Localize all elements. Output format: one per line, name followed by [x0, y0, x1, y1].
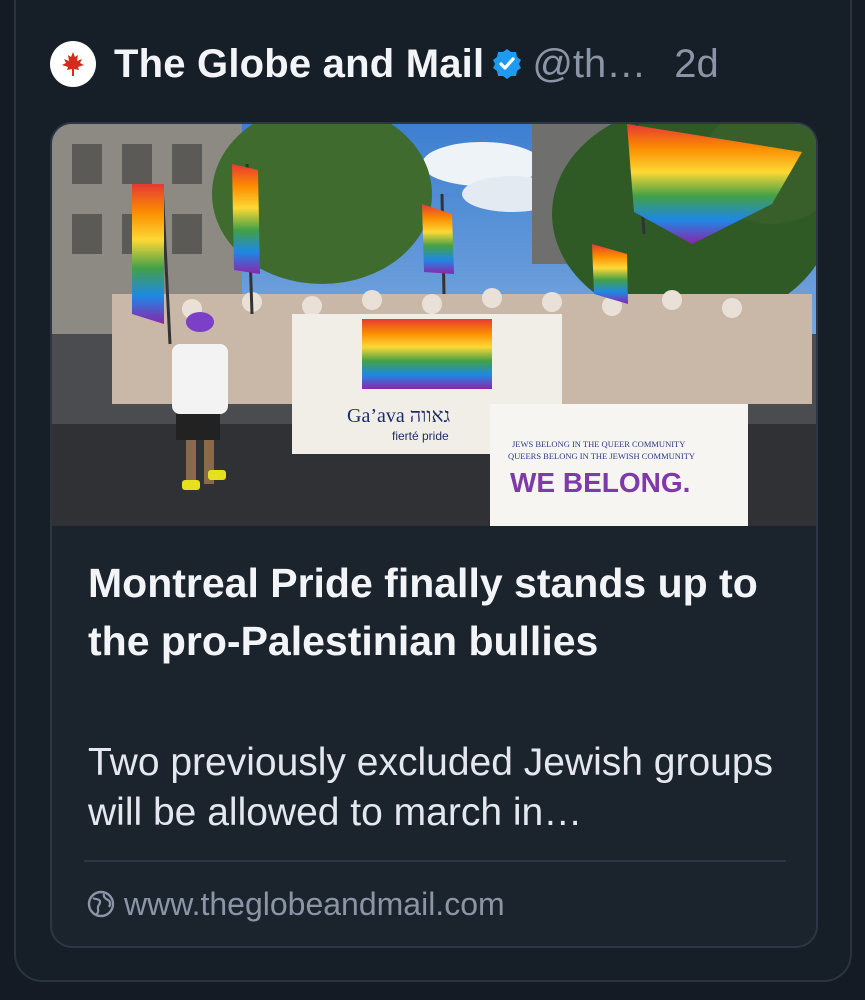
gaava-banner-subtext: fierté pride	[392, 429, 449, 443]
globe-icon	[87, 890, 115, 918]
verified-badge-icon	[493, 49, 522, 79]
we-belong-slogan: WE BELONG.	[510, 467, 690, 498]
card-divider	[84, 860, 786, 862]
parade-photo: Ga’ava גאווה fierté pride JEWS BELONG IN…	[52, 124, 816, 526]
post-header: The Globe and Mail @th… 2d	[50, 36, 840, 92]
we-belong-banner-line1: JEWS BELONG IN THE QUEER COMMUNITY	[512, 439, 685, 449]
author-handle[interactable]: @th…	[532, 42, 646, 87]
article-domain-link[interactable]: www.theglobeandmail.com	[86, 884, 505, 924]
article-description: Two previously excluded Jewish groups wi…	[88, 741, 774, 834]
article-title[interactable]: Montreal Pride finally stands up to the …	[88, 554, 788, 670]
we-belong-banner	[490, 404, 748, 526]
we-belong-banner-line2: QUEERS BELONG IN THE JEWISH COMMUNITY	[508, 451, 695, 461]
author-name[interactable]: The Globe and Mail	[114, 42, 484, 87]
maple-leaf-icon	[62, 52, 84, 76]
post-container: The Globe and Mail @th… 2d Ga’ava גאווה …	[14, 0, 852, 982]
link-preview-card[interactable]: Ga’ava גאווה fierté pride JEWS BELONG IN…	[50, 122, 818, 948]
gaava-banner-text: Ga’ava גאווה	[347, 405, 450, 427]
post-timestamp[interactable]: 2d	[674, 42, 719, 87]
article-image[interactable]: Ga’ava גאווה fierté pride JEWS BELONG IN…	[52, 124, 816, 526]
avatar[interactable]	[50, 41, 96, 87]
article-domain[interactable]: www.theglobeandmail.com	[124, 886, 505, 923]
